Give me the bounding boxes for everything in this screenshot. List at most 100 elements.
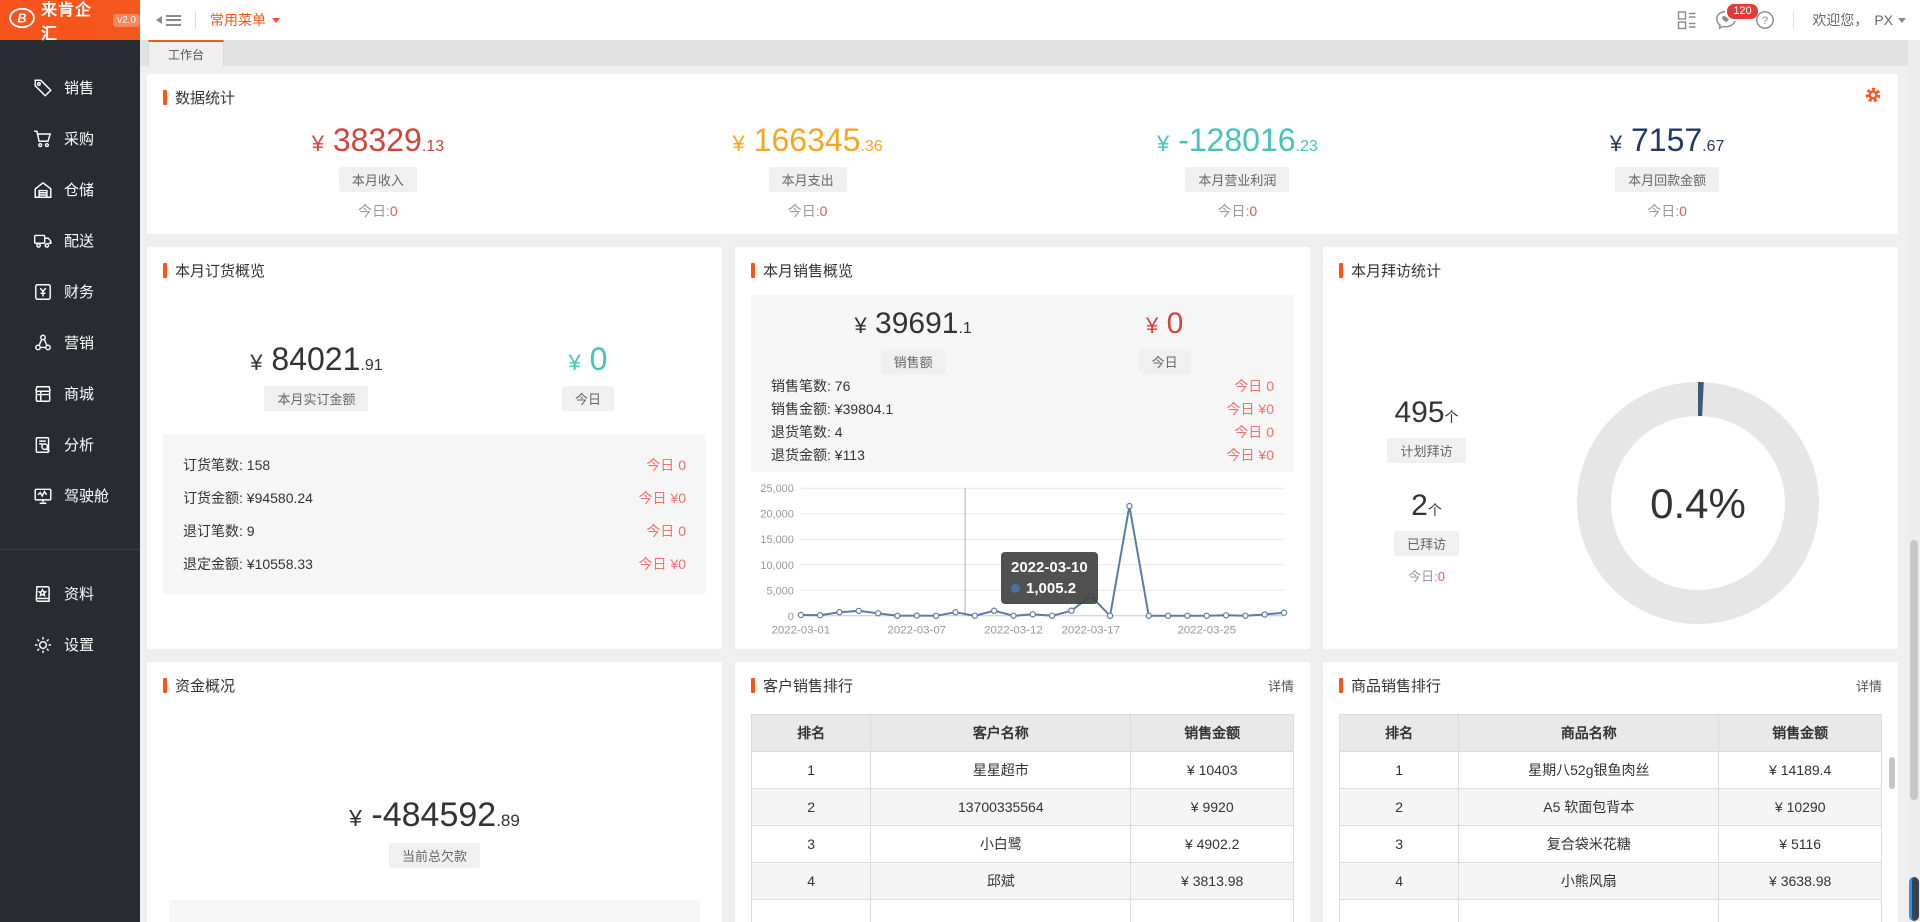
brand-name: 来肯企汇 [41, 0, 108, 44]
line-chart: 05,00010,00015,00020,00025,0002022-03-01… [751, 480, 1294, 640]
data-statistics-card: 数据统计 ¥ 38329.13本月收入今日:0¥ 166345.36本月支出今日… [147, 74, 1898, 234]
customer-rank-table: 排名客户名称销售金额1星星超市¥ 10403213700335564¥ 9920… [751, 714, 1294, 922]
mall-icon [33, 384, 53, 404]
divider [1793, 11, 1794, 29]
brand-version: v2.0 [113, 14, 140, 27]
order-info-panel: 订货笔数: 158今日 0订货金额: ¥94580.24今日 ¥0退订笔数: 9… [163, 434, 706, 594]
accent-bar [163, 90, 167, 105]
stat-today: 今日:0 [593, 201, 1023, 221]
page-scrollbar[interactable] [1908, 40, 1920, 922]
svg-text:25,000: 25,000 [760, 483, 793, 495]
book-icon [33, 584, 53, 604]
info-row: 退货笔数: 4今日 0 [771, 420, 1274, 443]
svg-text:B: B [17, 10, 26, 25]
sidebar: 销售采购仓储配送财务营销商城分析驾驶舱 资料设置 [0, 40, 140, 922]
hamburger-icon [166, 12, 181, 28]
main-content: 数据统计 ¥ 38329.13本月收入今日:0¥ 166345.36本月支出今日… [140, 66, 1908, 922]
funds-overview-card: 资金概况 ¥ -484592.89 当前总欠款 [147, 662, 722, 922]
sidebar-item-finance[interactable]: 财务 [0, 266, 140, 317]
sales-overview-card: 本月销售概览 ¥ 39691.1 销售额 ¥ 0 今日 销售笔数: 76今日 0… [735, 247, 1310, 649]
order-main-value: ¥ 84021.91 本月实订金额 [163, 341, 470, 411]
svg-text:2022-03-01: 2022-03-01 [772, 625, 831, 637]
svg-text:2022-03-12: 2022-03-12 [984, 625, 1043, 637]
visit-donut-chart: 0.4% [1514, 291, 1882, 636]
info-row: 销售金额: ¥39804.1今日 ¥0 [771, 397, 1274, 420]
sidebar-item-sales[interactable]: 销售 [0, 62, 140, 113]
sales-trend-chart: 05,00010,00015,00020,00025,0002022-03-01… [751, 480, 1294, 640]
sidebar-item-materials[interactable]: 资料 [0, 568, 140, 619]
table-row: 4小熊风扇¥ 3638.98 [1340, 863, 1882, 900]
table-row-clipped [1340, 900, 1882, 922]
svg-text:2022-03-25: 2022-03-25 [1177, 625, 1236, 637]
svg-text:?: ? [1762, 15, 1768, 27]
sidebar-collapse-button[interactable] [152, 12, 181, 28]
sidebar-main-menu: 销售采购仓储配送财务营销商城分析驾驶舱 [0, 40, 140, 521]
card-title: 本月销售概览 [763, 260, 853, 281]
order-overview-card: 本月订货概览 ¥ 84021.91 本月实订金额 ¥ 0 今日 订货笔数: 15… [147, 247, 722, 649]
message-heart-icon[interactable]: 120 [1715, 10, 1737, 30]
card-title: 本月拜访统计 [1351, 260, 1441, 281]
accent-bar [751, 263, 755, 278]
accent-bar [1339, 678, 1343, 693]
sales-main-value: ¥ 39691.1 销售额 [771, 307, 1055, 374]
funds-info-panel [169, 900, 700, 922]
divider [195, 11, 196, 29]
value-label-chip: 当前总欠款 [389, 843, 480, 868]
sidebar-item-delivery[interactable]: 配送 [0, 215, 140, 266]
table-row-clipped [752, 900, 1294, 922]
gear-icon [33, 635, 53, 655]
column-header: 销售金额 [1131, 715, 1294, 752]
svg-text:5,000: 5,000 [766, 585, 793, 597]
stat-2: ¥ 166345.36本月支出今日:0 [593, 122, 1023, 221]
common-menu-dropdown[interactable]: 常用菜单 [210, 10, 280, 30]
svg-text:0: 0 [788, 611, 794, 623]
accent-bar [163, 263, 167, 278]
value-label-chip: 今日 [562, 386, 614, 411]
sidebar-item-settings[interactable]: 设置 [0, 619, 140, 670]
apps-grid-icon[interactable] [1677, 10, 1697, 30]
sidebar-item-mall[interactable]: 商城 [0, 368, 140, 419]
accent-bar [163, 678, 167, 693]
page-scrollbar-bottom-thumb[interactable] [1909, 877, 1919, 921]
stat-label-chip: 本月收入 [339, 167, 417, 192]
value-label-chip: 本月实订金额 [264, 386, 368, 411]
value-label-chip: 已拜访 [1394, 531, 1459, 556]
user-dropdown[interactable]: PX [1874, 12, 1906, 28]
page-scrollbar-thumb[interactable] [1910, 540, 1918, 800]
sidebar-item-analysis[interactable]: 分析 [0, 419, 140, 470]
tag-icon [33, 78, 53, 98]
tab-workbench[interactable]: 工作台 [148, 40, 224, 66]
sidebar-item-warehouse[interactable]: 仓储 [0, 164, 140, 215]
sidebar-item-purchase[interactable]: 采购 [0, 113, 140, 164]
sales-info-panel: ¥ 39691.1 销售额 ¥ 0 今日 销售笔数: 76今日 0销售金额: ¥… [751, 295, 1294, 472]
column-header: 客户名称 [871, 715, 1131, 752]
stat-today: 今日:0 [1452, 201, 1882, 221]
customer-rank-detail-link[interactable]: 详情 [1268, 676, 1294, 695]
sidebar-item-marketing[interactable]: 营销 [0, 317, 140, 368]
value-label-chip: 销售额 [881, 349, 946, 374]
total-debt-value: ¥ -484592.89 [163, 796, 706, 835]
order-today-value: ¥ 0 今日 [470, 341, 706, 411]
card-title: 资金概况 [175, 675, 235, 696]
visit-stats-card: 本月拜访统计 495个 计划拜访 2个 已拜访 今日: [1323, 247, 1898, 649]
sidebar-item-cockpit[interactable]: 驾驶舱 [0, 470, 140, 521]
settings-gear-icon[interactable] [1864, 86, 1882, 109]
table-row: 3小白鹭¥ 4902.2 [752, 826, 1294, 863]
sales-today-value: ¥ 0 今日 [1055, 307, 1274, 374]
marketing-icon [33, 333, 53, 353]
chevron-down-icon [272, 18, 280, 27]
info-row: 退定金额: ¥10558.33今日 ¥0 [183, 547, 686, 580]
donut-chart: 0.4% [1566, 371, 1831, 636]
tab-strip: 工作台 [140, 40, 1908, 66]
collapse-arrow-icon [152, 16, 162, 24]
warehouse-icon [33, 180, 53, 200]
product-rank-card: 商品销售排行 详情 排名商品名称销售金额1星期八52g银鱼肉丝¥ 14189.4… [1323, 662, 1898, 922]
info-row: 订货笔数: 158今日 0 [183, 448, 686, 481]
app-root: B 来肯企汇 v2.0 常用菜单 120 ? [0, 0, 1920, 922]
card-scrollbar-thumb[interactable] [1889, 757, 1895, 789]
product-rank-detail-link[interactable]: 详情 [1856, 676, 1882, 695]
table-row: 1星星超市¥ 10403 [752, 752, 1294, 789]
column-header: 排名 [1340, 715, 1459, 752]
svg-text:2022-03-17: 2022-03-17 [1061, 625, 1120, 637]
help-icon[interactable]: ? [1755, 10, 1775, 30]
